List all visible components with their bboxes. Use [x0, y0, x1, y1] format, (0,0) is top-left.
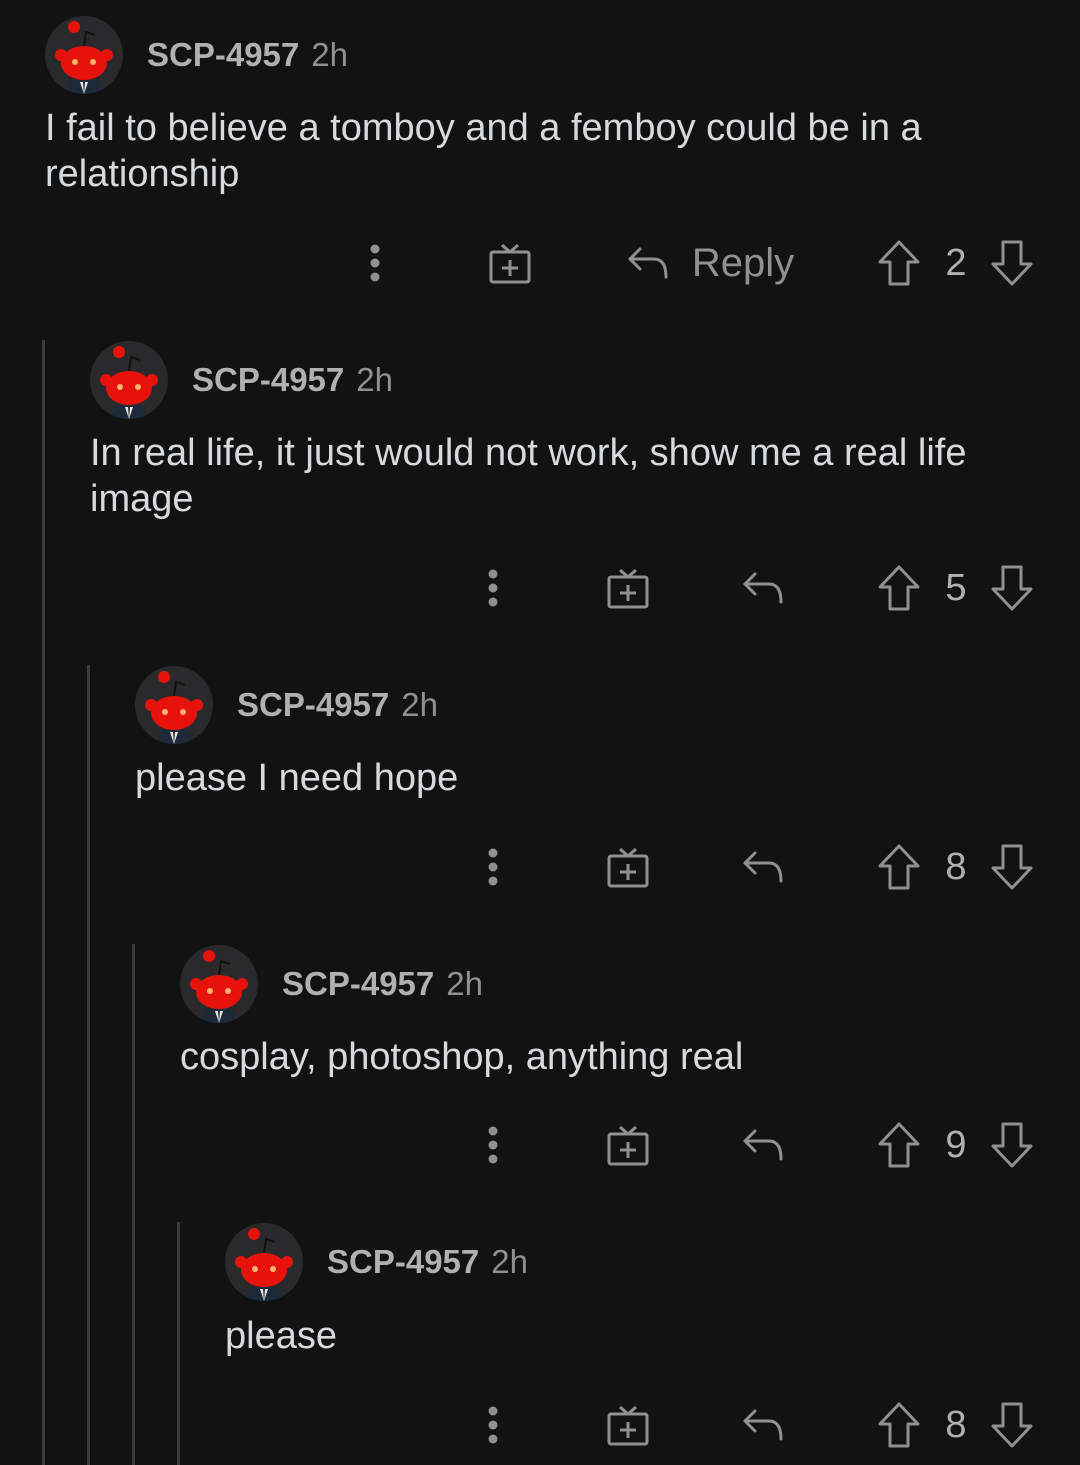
- downvote-arrow-icon: [990, 843, 1034, 891]
- snoo-avatar-icon[interactable]: [225, 1223, 303, 1301]
- downvote-arrow-icon: [990, 239, 1034, 287]
- comment-header: SCP-4957 2h: [180, 944, 483, 1024]
- comment-actions: 8: [0, 1395, 1080, 1455]
- vote-count: 2: [945, 242, 967, 284]
- downvote-arrow-icon: [990, 564, 1034, 612]
- downvote-button[interactable]: [988, 1115, 1036, 1175]
- snoo-avatar-icon[interactable]: [45, 16, 123, 94]
- downvote-arrow-icon: [990, 1401, 1034, 1449]
- reply-arrow-icon: [741, 849, 785, 885]
- username[interactable]: SCP-4957: [237, 686, 389, 724]
- comment-actions: Reply 2: [0, 233, 1080, 293]
- more-options-icon: [369, 243, 381, 283]
- timestamp: 2h: [356, 361, 393, 398]
- downvote-button[interactable]: [988, 233, 1036, 293]
- comment-actions: 8: [0, 837, 1080, 897]
- timestamp: 2h: [446, 965, 483, 1002]
- snoo-avatar-icon[interactable]: [90, 341, 168, 419]
- snoo-avatar-icon[interactable]: [135, 666, 213, 744]
- comment-header: SCP-4957 2h: [90, 340, 393, 420]
- comment-body: cosplay, photoshop, anything real: [180, 1036, 744, 1078]
- comment-actions: 9: [0, 1115, 1080, 1175]
- upvote-button[interactable]: [875, 233, 923, 293]
- reply-arrow-icon: [741, 1407, 785, 1443]
- username[interactable]: SCP-4957: [147, 36, 299, 74]
- give-award-button[interactable]: [603, 1395, 653, 1455]
- give-award-button[interactable]: [603, 1115, 653, 1175]
- comment-header: SCP-4957 2h: [45, 15, 348, 95]
- reply-button[interactable]: [738, 837, 788, 897]
- username[interactable]: SCP-4957: [192, 361, 344, 399]
- give-award-icon: [606, 566, 650, 610]
- vote-count: 8: [945, 846, 967, 888]
- give-award-button[interactable]: [603, 837, 653, 897]
- more-options-button[interactable]: [473, 1395, 513, 1455]
- timestamp: 2h: [491, 1243, 528, 1280]
- downvote-arrow-icon: [990, 1121, 1034, 1169]
- more-options-icon: [487, 568, 499, 608]
- vote-count: 8: [945, 1404, 967, 1446]
- give-award-button[interactable]: [485, 233, 535, 293]
- timestamp: 2h: [401, 686, 438, 723]
- vote-count: 5: [945, 567, 967, 609]
- snoo-avatar-icon[interactable]: [180, 945, 258, 1023]
- reply-arrow-icon: [626, 245, 670, 281]
- more-options-icon: [487, 1125, 499, 1165]
- upvote-button[interactable]: [875, 837, 923, 897]
- upvote-arrow-icon: [877, 843, 921, 891]
- upvote-button[interactable]: [875, 1395, 923, 1455]
- give-award-icon: [606, 1403, 650, 1447]
- more-options-icon: [487, 1405, 499, 1445]
- timestamp: 2h: [311, 36, 348, 73]
- comment-actions: 5: [0, 558, 1080, 618]
- downvote-button[interactable]: [988, 837, 1036, 897]
- comment-body: please I need hope: [135, 757, 459, 799]
- give-award-button[interactable]: [603, 558, 653, 618]
- more-options-button[interactable]: [473, 1115, 513, 1175]
- thread-line-level-1[interactable]: [42, 340, 45, 1465]
- username[interactable]: SCP-4957: [282, 965, 434, 1003]
- downvote-button[interactable]: [988, 558, 1036, 618]
- thread-line-level-2[interactable]: [87, 665, 90, 1465]
- comment-body: In real life, it just would not work, sh…: [90, 432, 967, 520]
- more-options-button[interactable]: [473, 558, 513, 618]
- reply-arrow-icon: [741, 1127, 785, 1163]
- comment-body: I fail to believe a tomboy and a femboy …: [45, 107, 922, 195]
- thread-line-level-3[interactable]: [132, 944, 135, 1465]
- upvote-arrow-icon: [877, 1401, 921, 1449]
- upvote-arrow-icon: [877, 239, 921, 287]
- upvote-button[interactable]: [875, 1115, 923, 1175]
- give-award-icon: [488, 241, 532, 285]
- comment-header: SCP-4957 2h: [225, 1222, 528, 1302]
- upvote-arrow-icon: [877, 564, 921, 612]
- downvote-button[interactable]: [988, 1395, 1036, 1455]
- username[interactable]: SCP-4957: [327, 1243, 479, 1281]
- give-award-icon: [606, 845, 650, 889]
- upvote-arrow-icon: [877, 1121, 921, 1169]
- more-options-button[interactable]: [473, 837, 513, 897]
- reply-button[interactable]: Reply: [620, 233, 800, 293]
- comment-body: please: [225, 1315, 337, 1357]
- give-award-icon: [606, 1123, 650, 1167]
- reply-label: Reply: [691, 240, 795, 285]
- reply-button[interactable]: [738, 558, 788, 618]
- comment-header: SCP-4957 2h: [135, 665, 438, 745]
- reply-button[interactable]: [738, 1115, 788, 1175]
- more-options-icon: [487, 847, 499, 887]
- upvote-button[interactable]: [875, 558, 923, 618]
- more-options-button[interactable]: [355, 233, 395, 293]
- reply-button[interactable]: [738, 1395, 788, 1455]
- vote-count: 9: [945, 1124, 967, 1166]
- reply-arrow-icon: [741, 570, 785, 606]
